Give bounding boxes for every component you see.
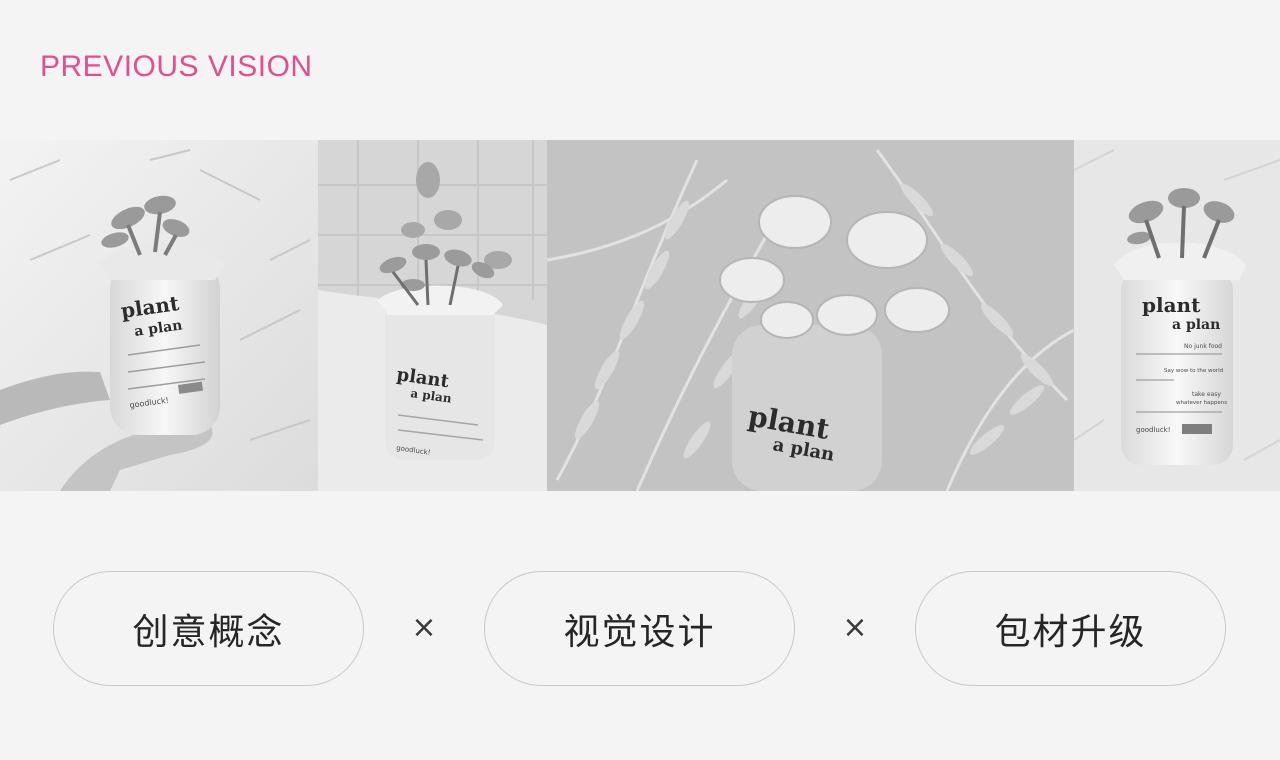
photo-3-image: plant a plan <box>547 140 1074 491</box>
package-footer: goodluck! <box>1136 426 1171 434</box>
photo-package-studio: plant a plan No junk food Say wow to the… <box>1074 140 1280 491</box>
photo-4-image: plant a plan No junk food Say wow to the… <box>1074 140 1280 491</box>
photo-gallery: plant a plan goodluck! plant a plan good… <box>0 140 1280 491</box>
photo-2-image: plant a plan goodluck! <box>318 140 547 491</box>
package-brand: plant <box>1142 293 1201 317</box>
photo-hand-holding-package: plant a plan goodluck! <box>0 140 318 491</box>
package-copy-a: No junk food <box>1184 343 1222 350</box>
concept-pill-packaging: 包材升级 <box>915 571 1226 686</box>
package-brand-sub: a plan <box>1172 317 1220 333</box>
page-title: PREVIOUS VISION <box>40 50 313 83</box>
times-icon: × <box>411 610 437 645</box>
package-copy-b: Say wow to the world <box>1164 368 1223 374</box>
concept-pill-visual: 视觉设计 <box>484 571 795 686</box>
photo-fern-mushroom: plant a plan <box>547 140 1074 491</box>
package-copy-d: whatever happens <box>1176 400 1227 406</box>
photo-package-on-table: plant a plan goodluck! <box>318 140 547 491</box>
package-copy-c: take easy <box>1192 391 1221 398</box>
times-icon: × <box>842 610 868 645</box>
concept-pill-creative: 创意概念 <box>53 571 364 686</box>
photo-1-image: plant a plan goodluck! <box>0 140 318 491</box>
